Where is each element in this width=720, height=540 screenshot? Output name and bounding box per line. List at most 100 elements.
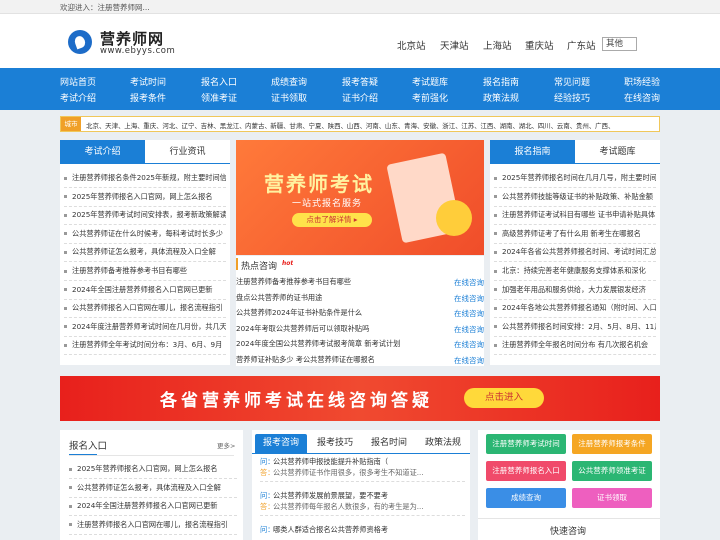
right-news-item[interactable]: 公共营养师报名时间安排：2月、5月、8月、11月	[494, 322, 656, 332]
hot-consult-item[interactable]: 盘点公共营养师的证书用途	[236, 293, 448, 303]
hot-consult-item[interactable]: 2024年考取公共营养师后可以领取补贴吗	[236, 324, 448, 334]
city-link[interactable]: 江苏、	[461, 120, 481, 130]
left-news-item[interactable]: 公共营养师证怎么报考，具体流程及入口全解	[64, 247, 226, 257]
hot-consult-item[interactable]: 注册营养师备考推荐参考书目有哪些	[236, 277, 448, 287]
city-link[interactable]: 湖南、	[500, 120, 520, 130]
right-news-item[interactable]: 2025年营养师报名时间在几月几号，附主要时间	[494, 173, 656, 183]
question-text[interactable]: 哪类人群适合报名公共营养师资格考	[273, 525, 465, 535]
city-link[interactable]: 黑龙江、	[220, 120, 246, 130]
nav-cert-collect[interactable]: 证书领取	[271, 91, 307, 104]
left-news-item[interactable]: 公共营养师报名入口官网在哪儿，报名流程指引	[64, 303, 226, 313]
question-text[interactable]: 公共营养师发展前景展望，要不要考	[273, 491, 465, 501]
hot-consult-link[interactable]: 在线咨询	[454, 277, 484, 288]
city-link[interactable]: 新疆、	[270, 120, 290, 130]
hot-consult-item[interactable]: 公共营养师2024年证书补贴条件是什么	[236, 308, 448, 318]
nav-tips[interactable]: 经验技巧	[554, 91, 590, 104]
signup-entry-item[interactable]: 2025年营养师报名入口官网，网上怎么报名	[69, 464, 237, 474]
city-link[interactable]: 北京、	[86, 120, 106, 130]
city-link[interactable]: 青海、	[404, 120, 424, 130]
city-link[interactable]: 四川、	[538, 120, 558, 130]
nav-signup[interactable]: 报名入口	[201, 75, 237, 88]
quick-link-button[interactable]: 注册营养师报名入口	[486, 461, 566, 481]
city-link[interactable]: 浙江、	[442, 120, 462, 130]
left-news-item[interactable]: 2024年度注册营养师考试时间在几月份，共几天	[64, 322, 226, 332]
city-link[interactable]: 河北、	[162, 120, 182, 130]
city-link[interactable]: 重庆、	[143, 120, 163, 130]
consult-banner[interactable]: 各省营养师考试在线咨询答疑 点击进入	[60, 376, 660, 421]
nav-score[interactable]: 成绩查询	[271, 75, 307, 88]
hot-consult-link[interactable]: 在线咨询	[454, 308, 484, 319]
right-news-item[interactable]: 加强老年用品和服务供给，大力发展银发经济	[494, 285, 656, 295]
hot-consult-item[interactable]: 2024年度全国公共营养师考试报考简章 新考试计划	[236, 339, 448, 349]
station-chongqing[interactable]: 重庆站	[525, 38, 554, 52]
logo-icon[interactable]	[68, 30, 92, 54]
station-shanghai[interactable]: 上海站	[483, 38, 512, 52]
quick-link-button[interactable]: 证书领取	[572, 488, 652, 508]
nav-common-questions[interactable]: 常见问题	[554, 75, 590, 88]
center-banner[interactable]: 营养师考试 一站式报名服务 点击了解详情 ▸	[236, 140, 484, 255]
other-station-select[interactable]: 其他	[602, 37, 637, 51]
nav-career[interactable]: 职场经验	[624, 75, 660, 88]
nav-question-bank[interactable]: 考试题库	[412, 75, 448, 88]
hot-consult-item[interactable]: 营养师证补贴多少 考公共营养师证在哪报名	[236, 355, 448, 365]
city-link[interactable]: 吉林、	[201, 120, 221, 130]
city-link[interactable]: 内蒙古、	[245, 120, 271, 130]
left-news-item[interactable]: 2025年营养师考试时间安排表，报考新政策解读	[64, 210, 226, 220]
nav-admission-ticket[interactable]: 领准考证	[201, 91, 237, 104]
quick-link-button[interactable]: 注册营养师考试时间	[486, 434, 566, 454]
left-news-item[interactable]: 2024年全国注册营养师报名入口官网已更新	[64, 285, 226, 295]
nav-cert-intro[interactable]: 证书介绍	[342, 91, 378, 104]
right-news-item[interactable]: 高级营养师证考了有什么用 新考生在哪报名	[494, 229, 656, 239]
city-link[interactable]: 山西、	[347, 120, 367, 130]
banner-detail-button[interactable]: 点击了解详情 ▸	[292, 213, 372, 227]
left-news-item[interactable]: 2025年营养师报名入口官网，网上怎么报名	[64, 192, 226, 202]
quick-link-button[interactable]: 公共营养师领准考证	[572, 461, 652, 481]
city-link[interactable]: 贵州、	[576, 120, 596, 130]
qa-tab[interactable]: 报考咨询	[255, 434, 307, 453]
nav-online-consult[interactable]: 在线咨询	[624, 91, 660, 104]
hot-consult-link[interactable]: 在线咨询	[454, 339, 484, 350]
signup-more-link[interactable]: 更多>	[217, 440, 235, 450]
city-link[interactable]: 辽宁、	[182, 120, 202, 130]
city-link[interactable]: 甘肃、	[289, 120, 309, 130]
city-link[interactable]: 江西、	[480, 120, 500, 130]
signup-entry-item[interactable]: 公共营养师证怎么报考，具体流程及入口全解	[69, 483, 237, 493]
tab-signup-guide[interactable]: 报名指南	[490, 140, 575, 164]
right-news-item[interactable]: 注册营养师证考试科目有哪些 证书申请补贴具体	[494, 210, 656, 220]
qa-tab[interactable]: 报考技巧	[309, 434, 361, 453]
station-guangdong[interactable]: 广东站	[567, 38, 596, 52]
quick-link-button[interactable]: 注册营养师报考条件	[572, 434, 652, 454]
hot-consult-link[interactable]: 在线咨询	[454, 355, 484, 366]
right-news-item[interactable]: 注册营养师全年报名时间分布 有几次报名机会	[494, 340, 656, 350]
nav-exam-time[interactable]: 考试时间	[130, 75, 166, 88]
city-link[interactable]: 天津、	[105, 120, 125, 130]
consult-enter-button[interactable]: 点击进入	[464, 388, 544, 408]
city-link[interactable]: 上海、	[124, 120, 144, 130]
city-link[interactable]: 山东、	[385, 120, 405, 130]
tab-exam-intro[interactable]: 考试介绍	[60, 140, 145, 164]
nav-pre-exam[interactable]: 考前强化	[412, 91, 448, 104]
signup-entry-item[interactable]: 注册营养师报名入口官网在哪儿，报名流程指引	[69, 520, 237, 530]
qa-tab[interactable]: 政策法规	[417, 434, 469, 453]
right-news-item[interactable]: 北京：持续完善老年健康服务支撑体系和深化	[494, 266, 656, 276]
question-text[interactable]: 公共营养师申报技能提升补贴指南（	[273, 457, 465, 467]
city-link[interactable]: 安徽、	[423, 120, 443, 130]
right-news-item[interactable]: 公共营养师技能等级证书的补贴政策、补贴金额	[494, 192, 656, 202]
city-link[interactable]: 广西、	[595, 120, 615, 130]
station-beijing[interactable]: 北京站	[397, 38, 426, 52]
city-link[interactable]: 河南、	[366, 120, 386, 130]
left-news-item[interactable]: 注册营养师全年考试时间分布：3月、6月、9月	[64, 340, 226, 350]
left-news-item[interactable]: 注册营养师报名条件2025年新规，附主要时间信息	[64, 173, 226, 183]
nav-policy[interactable]: 政策法规	[483, 91, 519, 104]
city-link[interactable]: 宁夏、	[309, 120, 329, 130]
tab-industry-news[interactable]: 行业资讯	[145, 140, 230, 164]
nav-requirements[interactable]: 报考条件	[130, 91, 166, 104]
signup-entry-item[interactable]: 2024年全国注册营养师报名入口官网已更新	[69, 501, 237, 511]
nav-guide[interactable]: 报名指南	[483, 75, 519, 88]
city-link[interactable]: 陕西、	[328, 120, 348, 130]
hot-consult-link[interactable]: 在线咨询	[454, 324, 484, 335]
station-tianjin[interactable]: 天津站	[440, 38, 469, 52]
city-link[interactable]: 湖北、	[519, 120, 539, 130]
nav-home[interactable]: 网站首页	[60, 75, 96, 88]
right-news-item[interactable]: 2024年各地公共营养师报名通知（附时间、入口）	[494, 303, 656, 313]
